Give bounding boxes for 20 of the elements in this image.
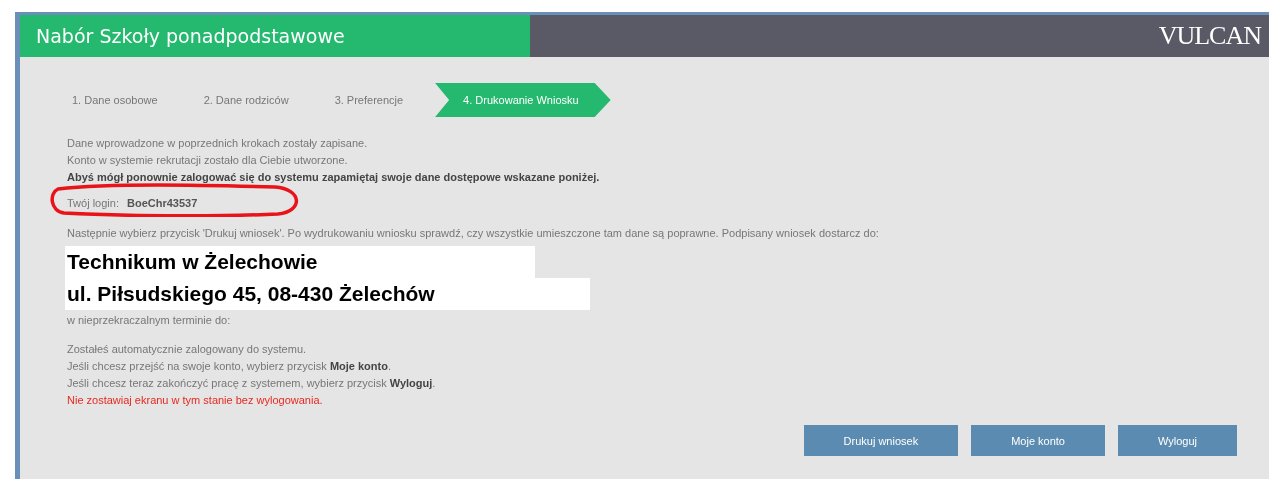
deadline-text: w nieprzekraczalnym terminie do:	[67, 313, 232, 328]
message-text: Konto w systemie rekrutacji zostało dla Ciebie utworzone.	[67, 153, 349, 168]
login-label: Twój login:	[67, 196, 119, 211]
warning-text: Nie zostawiaj ekranu w tym stanie bez wylogowania.	[67, 393, 324, 408]
wizard-step[interactable]: 2. Dane rodziców	[203, 83, 289, 117]
wizard-step[interactable]: 4. Drukowanie Wniosku	[435, 83, 611, 117]
wizard-step[interactable]: 3. Preferencje	[334, 83, 404, 117]
action-button[interactable]: Moje konto	[971, 425, 1105, 456]
app-title: Nabór Szkoły ponadpodstawowe	[20, 15, 530, 57]
vulcan-logo: VULCAN	[1158, 21, 1261, 51]
instruction-text: Następnie wybierz przycisk 'Drukuj wniosek'. Po wydrukowaniu wniosku sprawdź, czy wszystkie umieszczone tam dane są poprawne. Podpisany wniosek dostarcz do:	[67, 226, 880, 241]
login-value: BoeChr43537	[127, 196, 198, 211]
wizard-step[interactable]: 1. Dane osobowe	[72, 83, 158, 117]
message-text: Dane wprowadzone w poprzednich krokach zostały zapisane.	[67, 136, 369, 151]
action-button[interactable]: Wyloguj	[1117, 425, 1237, 456]
info-text: Zostałeś automatycznie zalogowany do systemu.	[67, 342, 308, 357]
info-text: Jeśli chcesz teraz zakończyć pracę z systemem, wybierz przycisk Wyloguj.	[67, 376, 437, 391]
info-text: Jeśli chcesz przejść na swoje konto, wybierz przycisk Moje konto.	[67, 359, 392, 374]
action-button[interactable]: Drukuj wniosek	[803, 425, 959, 456]
message-text: Abyś mógł ponownie zalogować się do systemu zapamiętaj swoje dane dostępowe wskazane poniżej.	[67, 170, 601, 185]
